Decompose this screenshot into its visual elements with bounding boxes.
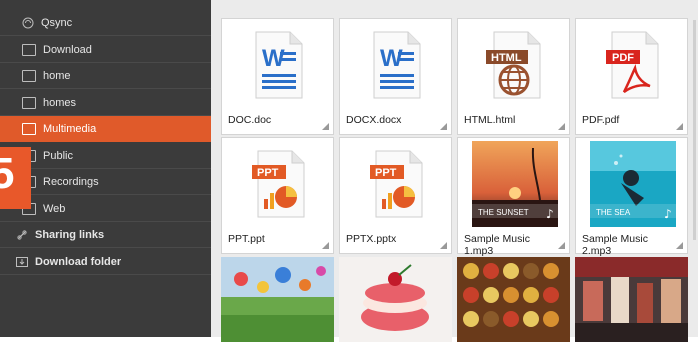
folder-icon [22, 43, 36, 56]
step-badge: 5 [0, 147, 31, 209]
sidebar-item-label: Recordings [43, 175, 99, 188]
file-tile-doc[interactable]: W DOC.doc [221, 18, 334, 135]
download-folder-icon [16, 256, 28, 267]
svg-text:THE SUNSET: THE SUNSET [478, 208, 529, 217]
sidebar-item-public[interactable]: Public [0, 143, 211, 169]
svg-text:PPT: PPT [257, 167, 279, 179]
svg-text:PDF: PDF [612, 52, 634, 64]
word-doc-icon: W [373, 31, 420, 98]
link-icon [17, 229, 27, 240]
file-name: Sample Music 1.mp3 [464, 233, 530, 257]
folder-icon [22, 69, 36, 82]
svg-text:PPT: PPT [375, 167, 397, 179]
sidebar-item-label: Qsync [41, 16, 73, 29]
sidebar-item-label: Multimedia [43, 123, 97, 135]
sync-icon [22, 17, 34, 28]
menu-corner-icon[interactable] [676, 123, 683, 130]
word-doc-icon: W [255, 31, 302, 98]
sidebar-item-label: homes [43, 96, 77, 109]
svg-text:THE SEA: THE SEA [596, 208, 631, 217]
menu-corner-icon[interactable] [322, 242, 329, 249]
file-tile-docx[interactable]: W DOCX.docx [339, 18, 452, 135]
photo-street-image [575, 257, 688, 342]
menu-corner-icon[interactable] [322, 123, 329, 130]
file-name: PPTX.pptx [346, 233, 397, 245]
sidebar-item-label: home [43, 69, 71, 82]
album-art-sunset: THE SUNSET ♪ [472, 141, 558, 227]
sidebar-item-web[interactable]: Web [0, 196, 211, 222]
photo-macaron-image [339, 257, 452, 342]
file-name: PPT.ppt [228, 233, 265, 245]
sidebar-item-label: Public [43, 149, 73, 162]
svg-text:♪: ♪ [546, 207, 554, 221]
sidebar-item-home[interactable]: home [0, 63, 211, 89]
menu-corner-icon[interactable] [440, 123, 447, 130]
svg-text:HTML: HTML [491, 52, 522, 64]
scrollbar[interactable] [693, 20, 696, 240]
sidebar-item-sharing-links[interactable]: Sharing links [0, 222, 211, 248]
menu-corner-icon[interactable] [440, 242, 447, 249]
file-tile-pptx[interactable]: PPT PPTX.pptx [339, 137, 452, 254]
file-tile-ppt[interactable]: PPT PPT.ppt [221, 137, 334, 254]
photo-tile-macaron[interactable] [339, 257, 452, 342]
photo-tile-balloons[interactable] [221, 257, 334, 342]
file-name: PDF.pdf [582, 114, 620, 126]
sidebar-item-recordings[interactable]: Recordings [0, 169, 211, 195]
sidebar-item-qsync[interactable]: Qsync [0, 10, 211, 36]
file-name: Sample Music 2.mp3 [582, 233, 648, 257]
sidebar-item-multimedia[interactable]: Multimedia [0, 116, 211, 142]
folder-icon [22, 96, 36, 109]
photo-tile-market[interactable] [457, 257, 570, 342]
folder-icon [22, 123, 36, 135]
photo-tile-street[interactable] [575, 257, 688, 342]
file-tile-music-2[interactable]: THE SEA ♪ Sample Music 2.mp3 [575, 137, 688, 257]
sidebar-item-label: Download [43, 43, 92, 56]
file-tile-html[interactable]: HTML HTML.html [457, 18, 570, 135]
file-tile-music-1[interactable]: THE SUNSET ♪ Sample Music 1.mp3 [457, 137, 570, 257]
sidebar-item-label: Download folder [35, 255, 122, 268]
album-art-sea: THE SEA ♪ [590, 141, 676, 227]
file-name: HTML.html [464, 114, 516, 126]
sidebar-item-label: Web [43, 202, 66, 215]
pdf-icon: PDF [605, 31, 658, 98]
photo-balloons-image [221, 257, 334, 342]
photo-market-image [457, 257, 570, 342]
file-tile-pdf[interactable]: PDF PDF.pdf [575, 18, 688, 135]
sidebar-item-label: Sharing links [35, 228, 105, 241]
file-name: DOCX.docx [346, 114, 402, 126]
ppt-icon: PPT [251, 150, 304, 217]
menu-corner-icon[interactable] [558, 242, 565, 249]
sidebar-item-download-folder[interactable]: Download folder [0, 249, 211, 275]
file-name: DOC.doc [228, 114, 272, 126]
html-globe-icon: HTML [485, 31, 540, 98]
sidebar-item-download[interactable]: Download [0, 37, 211, 63]
menu-corner-icon[interactable] [676, 242, 683, 249]
sidebar: Qsync Download home homes Multimedia Pub… [0, 0, 211, 337]
menu-corner-icon[interactable] [558, 123, 565, 130]
ppt-icon: PPT [369, 150, 422, 217]
sidebar-item-homes[interactable]: homes [0, 90, 211, 116]
svg-text:♪: ♪ [664, 207, 672, 221]
